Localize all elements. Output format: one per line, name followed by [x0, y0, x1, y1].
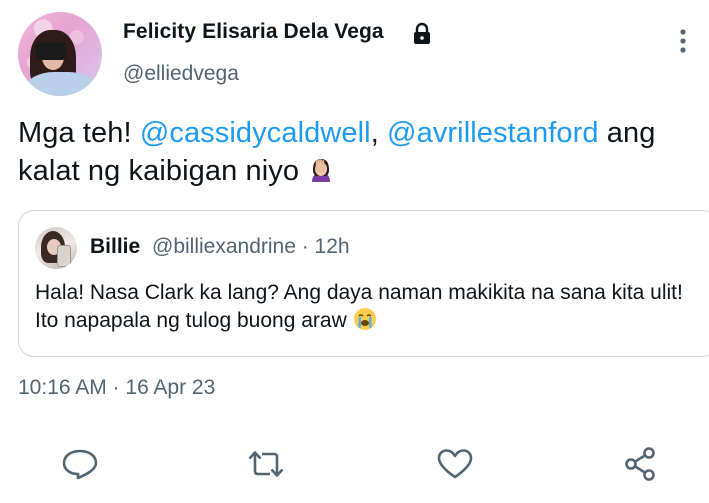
- more-options-icon[interactable]: [676, 28, 690, 54]
- retweet-icon[interactable]: [246, 447, 286, 481]
- quoted-author-meta: @billiexandrine · 12h: [152, 235, 350, 258]
- share-icon[interactable]: [620, 447, 660, 481]
- tweet-text: Mga teh! @cassidycaldwell, @avrillestanf…: [18, 114, 698, 190]
- tweet-text-lead: Mga teh!: [18, 117, 140, 149]
- reply-icon[interactable]: [60, 447, 100, 481]
- tweet-timestamp[interactable]: 10:16 AM · 16 Apr 23: [18, 376, 215, 400]
- quoted-author-avatar[interactable]: [35, 227, 77, 269]
- quoted-author-name[interactable]: Billie: [90, 235, 140, 259]
- author-display-name[interactable]: Felicity Elisaria Dela Vega: [123, 20, 384, 44]
- tweet-text-comma: ,: [370, 117, 388, 149]
- mention-link[interactable]: @avrillestanford: [387, 117, 599, 149]
- mention-link[interactable]: @cassidycaldwell: [140, 117, 371, 149]
- author-avatar[interactable]: [18, 12, 102, 96]
- quoted-tweet-text: Hala! Nasa Clark ka lang? Ang daya naman…: [35, 279, 695, 335]
- like-icon[interactable]: [435, 447, 475, 481]
- facepalm-emoji-icon: [312, 159, 331, 182]
- author-handle[interactable]: @elliedvega: [123, 62, 239, 86]
- lock-icon: [414, 22, 430, 44]
- crying-emoji-icon: [353, 308, 376, 330]
